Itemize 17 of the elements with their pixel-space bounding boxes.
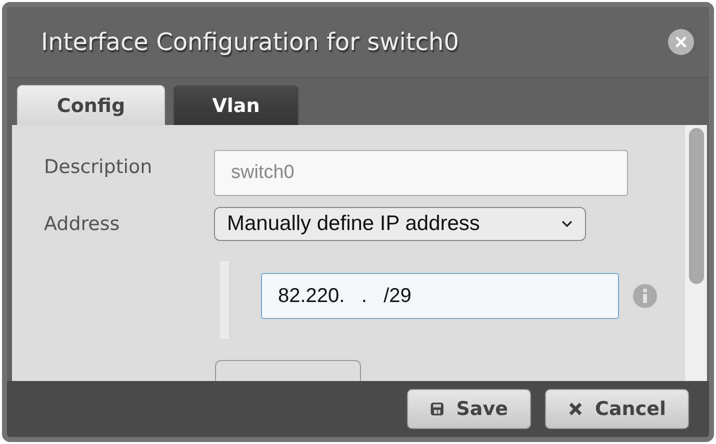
- close-button[interactable]: [668, 29, 694, 55]
- description-field[interactable]: switch0: [214, 150, 628, 196]
- scrollbar-thumb[interactable]: [688, 128, 704, 284]
- address-dropdown[interactable]: Manually define IP address: [214, 207, 586, 241]
- cancel-button[interactable]: Cancel: [545, 389, 689, 429]
- button[interactable]: [215, 360, 361, 381]
- field-label: Description: [44, 156, 154, 178]
- ip-address-field[interactable]: 82.220. . /29: [261, 273, 619, 319]
- x-icon: [568, 400, 584, 418]
- window-title: Interface Configuration for switch0: [41, 28, 459, 56]
- tab[interactable]: Config: [17, 85, 165, 126]
- save-button[interactable]: Save: [407, 389, 531, 429]
- field-label: Address: [44, 213, 121, 235]
- close-icon: [675, 36, 687, 48]
- info-icon: [633, 284, 657, 308]
- tab[interactable]: Vlan: [173, 85, 299, 126]
- chevron-down-icon: [561, 220, 573, 228]
